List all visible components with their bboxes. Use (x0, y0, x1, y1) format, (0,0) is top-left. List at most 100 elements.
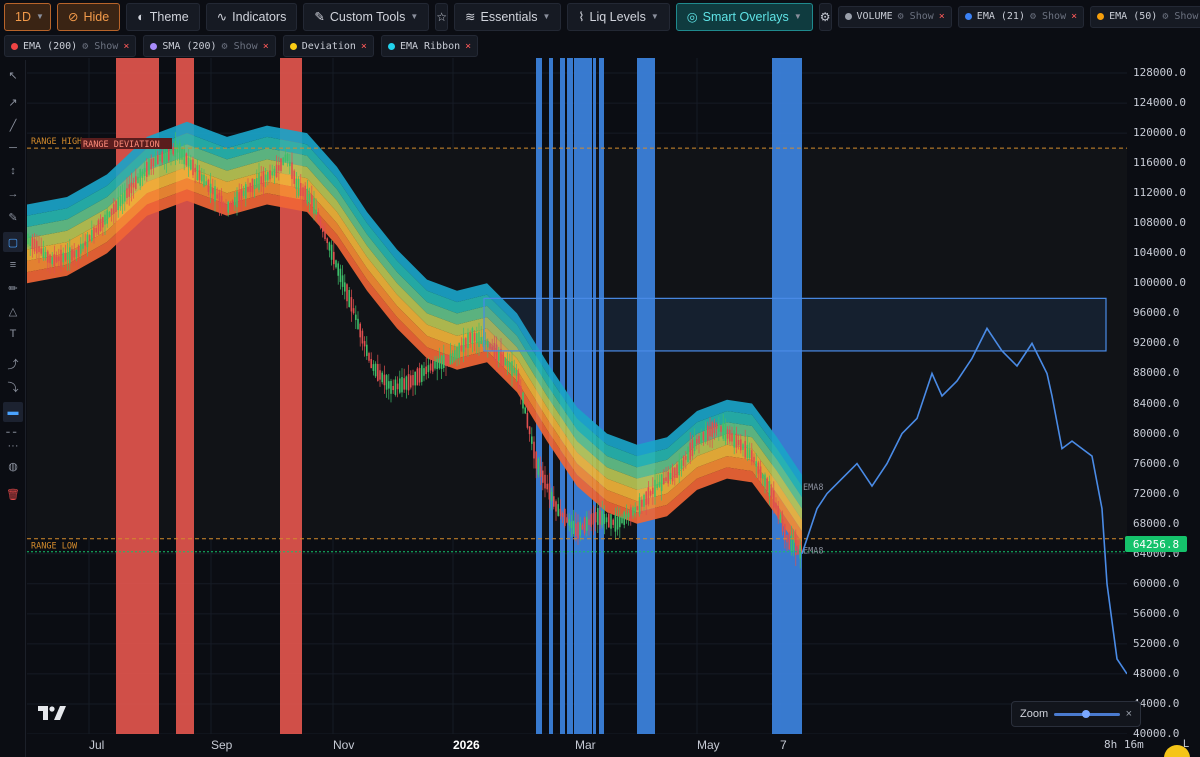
candle-body (715, 423, 718, 429)
candle-body (253, 179, 256, 189)
price-chart[interactable]: RANGE HIGH RANGE LOW RANGE DEVIATION EMA8 EM… (27, 58, 1127, 734)
line-icon[interactable]: ╱ (3, 115, 23, 135)
candle-body (154, 156, 157, 166)
candle-body (566, 517, 568, 523)
candle-body (795, 540, 797, 556)
candle-body (275, 164, 278, 178)
candle-body (174, 140, 177, 158)
brush-icon[interactable]: ✎ (3, 207, 23, 227)
candle-body (592, 513, 595, 525)
candle-body (163, 148, 166, 163)
trend-line-icon[interactable]: ↗ (3, 92, 23, 112)
candle-body (192, 159, 194, 176)
indicator-chip[interactable]: VOLUME ⚙ Show × (837, 5, 952, 28)
candle-body (53, 254, 56, 267)
close-icon[interactable]: × (123, 41, 129, 52)
trash-icon[interactable]: 🗑 (3, 484, 23, 504)
candle-body (249, 182, 251, 192)
hide-button[interactable]: ⊘ Hide (57, 2, 121, 31)
timeframe-select[interactable]: 1D ▼ (4, 2, 51, 31)
close-icon[interactable]: × (263, 41, 269, 52)
close-icon[interactable]: × (939, 11, 945, 22)
candle-body (251, 178, 254, 193)
close-icon[interactable]: × (1126, 708, 1132, 720)
indicator-chip[interactable]: EMA (50)⚙ Show× (1090, 5, 1200, 28)
dotted-line-icon[interactable]: ··· (3, 436, 23, 456)
candle-body (671, 467, 674, 482)
candle-body (99, 218, 102, 232)
current-price-tag: 64256.8 (1125, 536, 1187, 552)
candle-body (627, 512, 630, 518)
candle-body (469, 332, 471, 343)
candle-body (368, 353, 370, 361)
time-tick-label: 7 (780, 738, 787, 752)
zoom-slider-knob[interactable] (1082, 709, 1091, 718)
candle-body (88, 235, 91, 242)
show-toggle[interactable]: ⚙ Show (1162, 11, 1198, 22)
indicator-chip[interactable]: EMA (200) ⚙ Show × (4, 35, 137, 57)
indicators-button[interactable]: ∿ Indicators (205, 2, 298, 31)
triangle-icon[interactable]: △ (3, 301, 23, 321)
candle-body (262, 171, 265, 187)
candle-body (797, 545, 799, 555)
candle-body (381, 372, 383, 383)
zoom-slider[interactable] (1054, 709, 1120, 718)
candle-body (390, 380, 392, 394)
close-icon[interactable]: × (361, 41, 367, 52)
candle-body (176, 145, 179, 153)
rectangle-icon[interactable]: ▢ (3, 232, 23, 252)
time-tick-label: Mar (575, 738, 596, 752)
essentials-button[interactable]: ≋ Essentials ▼ (454, 2, 562, 31)
arrow-right-icon[interactable]: → (3, 184, 23, 204)
show-toggle[interactable]: ⚙ Show (82, 41, 118, 52)
candle-body (269, 170, 271, 180)
candle-body (425, 366, 427, 375)
smart-overlays-button[interactable]: ◎ Smart Overlays ▼ (675, 2, 813, 31)
candle-body (152, 158, 155, 167)
zoom-label: Zoom (1020, 708, 1049, 720)
candle-body (399, 378, 401, 393)
theme-button[interactable]: ◐ Theme (126, 2, 200, 31)
text-icon[interactable]: T (3, 324, 23, 344)
price-tick-label: 68000.0 (1133, 516, 1180, 530)
palette-icon[interactable]: ◍ (3, 456, 23, 476)
fib-icon[interactable]: ≡ (3, 255, 23, 275)
candle-body (392, 385, 394, 391)
candle-body (273, 168, 276, 176)
indicator-chip[interactable]: Deviation × (282, 35, 374, 57)
close-icon[interactable]: × (1071, 11, 1077, 22)
indicator-chip[interactable]: EMA (21) ⚙ Show × (957, 5, 1085, 28)
pen-icon[interactable]: ✏ (3, 278, 23, 298)
candle-body (201, 174, 203, 182)
show-toggle[interactable]: ⚙ Show (1030, 11, 1066, 22)
candle-body (355, 314, 357, 320)
favorite-star-button[interactable]: ☆ (435, 2, 449, 31)
candle-body (207, 179, 210, 192)
indicator-chip[interactable]: SMA (200) ⚙ Show × (143, 35, 276, 57)
candle-body (704, 428, 707, 441)
capitulation-band (772, 58, 802, 734)
show-toggle[interactable]: ⚙ Show (898, 11, 934, 22)
indicator-chip[interactable]: EMA Ribbon × (380, 35, 479, 57)
close-icon[interactable]: × (465, 41, 471, 52)
short-position-icon[interactable]: ⤵ (3, 377, 23, 397)
minus-icon[interactable]: ▬ (3, 402, 23, 422)
top-toolbar: 1D ▼ ⊘ Hide ◐ Theme ∿ Indicators ✎ Custom Too… (0, 0, 1200, 33)
long-position-icon[interactable]: ⤴ (3, 354, 23, 374)
vertical-arrow-icon[interactable]: ↕ (3, 161, 23, 181)
indicator-chips-row1: VOLUME ⚙ Show × EMA (21) ⚙ Show × EMA (50) ⚙ Sh… (837, 5, 1200, 28)
show-label: Show (1174, 11, 1199, 22)
candle-body (308, 194, 311, 203)
settings-button[interactable]: ⚙ (818, 2, 832, 31)
custom-tools-button[interactable]: ✎ Custom Tools ▼ (303, 2, 430, 31)
cursor-icon[interactable]: ↖ (3, 65, 23, 85)
candle-body (746, 444, 749, 459)
horizontal-line-icon[interactable]: ─ (3, 138, 23, 158)
candle-body (729, 429, 731, 442)
candle-body (724, 423, 727, 441)
show-toggle[interactable]: ⚙ Show (222, 41, 258, 52)
color-dot-icon (387, 42, 395, 50)
liq-levels-button[interactable]: ⌇ Liq Levels ▼ (567, 2, 670, 31)
candle-body (720, 426, 722, 432)
candle-body (297, 178, 300, 196)
